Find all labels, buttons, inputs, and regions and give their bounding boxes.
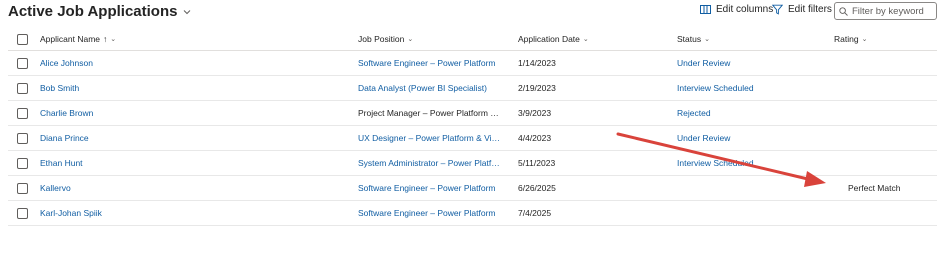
filter-icon — [772, 4, 783, 15]
status-link[interactable]: Rejected — [677, 108, 711, 118]
grid-header-row: Applicant Name ↑ ⌄ Job Position ⌄ Applic… — [8, 28, 937, 51]
row-select-checkbox[interactable] — [17, 207, 28, 219]
chevron-down-icon: ⌄ — [407, 36, 414, 43]
table-row[interactable]: Bob Smith Data Analyst (Power BI Special… — [8, 76, 937, 101]
column-label-rating: Rating — [834, 34, 859, 44]
applications-grid: Applicant Name ↑ ⌄ Job Position ⌄ Applic… — [8, 28, 937, 226]
applicant-name-link[interactable]: Karl-Johan Spiik — [40, 208, 102, 218]
chevron-down-icon — [184, 9, 191, 14]
application-date: 3/9/2023 — [518, 108, 552, 118]
filter-keyword-input[interactable] — [852, 5, 932, 17]
sort-ascending-icon: ↑ — [103, 34, 108, 44]
column-header-applicant-name[interactable]: Applicant Name ↑ ⌄ — [40, 28, 340, 50]
job-position-value: Project Manager – Power Platform Sol... — [358, 108, 501, 118]
application-date: 1/14/2023 — [518, 58, 556, 68]
column-header-job-position[interactable]: Job Position ⌄ — [358, 28, 501, 50]
application-date: 2/19/2023 — [518, 83, 556, 93]
column-label-application-date: Application Date — [518, 34, 580, 44]
edit-columns-label: Edit columns — [716, 4, 774, 15]
job-position-link[interactable]: Data Analyst (Power BI Specialist) — [358, 83, 487, 93]
applicant-name-link[interactable]: Charlie Brown — [40, 108, 93, 118]
row-select-checkbox[interactable] — [17, 82, 28, 94]
table-row[interactable]: Diana Prince UX Designer – Power Platfor… — [8, 126, 937, 151]
view-header: Active Job Applications Edit columns Edi… — [0, 0, 945, 26]
application-date: 7/4/2025 — [518, 208, 552, 218]
search-icon — [839, 6, 848, 16]
chevron-down-icon: ⌄ — [110, 36, 117, 43]
row-select-checkbox[interactable] — [17, 132, 28, 144]
applicant-name-link[interactable]: Ethan Hunt — [40, 158, 83, 168]
view-selector[interactable]: Active Job Applications — [8, 3, 192, 20]
column-label-job-position: Job Position — [358, 34, 405, 44]
row-select-checkbox[interactable] — [17, 57, 28, 69]
chevron-down-icon: ⌄ — [704, 36, 710, 43]
table-row[interactable]: Ethan Hunt System Administrator – Power … — [8, 151, 937, 176]
job-position-link[interactable]: Software Engineer – Power Platform — [358, 208, 495, 218]
view-title: Active Job Applications — [8, 3, 178, 20]
select-all-cell — [17, 28, 31, 50]
chevron-down-icon: ⌄ — [582, 36, 589, 43]
status-link[interactable]: Under Review — [677, 58, 730, 68]
filter-search-box[interactable] — [834, 2, 937, 20]
job-position-link[interactable]: UX Designer – Power Platform & Visua... — [358, 133, 501, 143]
table-row[interactable]: Karl-Johan Spiik Software Engineer – Pow… — [8, 201, 937, 226]
status-link[interactable]: Interview Scheduled — [677, 83, 754, 93]
row-select-checkbox[interactable] — [17, 157, 28, 169]
applicant-name-link[interactable]: Kallervo — [40, 183, 71, 193]
status-link[interactable]: Interview Scheduled — [677, 158, 754, 168]
column-label-applicant-name: Applicant Name — [40, 34, 101, 44]
job-position-link[interactable]: Software Engineer – Power Platform — [358, 183, 495, 193]
status-link[interactable]: Under Review — [677, 133, 730, 143]
chevron-down-icon: ⌄ — [861, 36, 868, 43]
table-row[interactable]: Charlie Brown Project Manager – Power Pl… — [8, 101, 937, 126]
job-position-link[interactable]: System Administrator – Power Platfor... — [358, 158, 501, 168]
rating-value: Perfect Match — [848, 183, 901, 193]
select-all-checkbox[interactable] — [17, 33, 28, 45]
edit-columns-button[interactable]: Edit columns — [700, 4, 773, 15]
column-header-application-date[interactable]: Application Date ⌄ — [518, 28, 658, 50]
application-date: 4/4/2023 — [518, 133, 552, 143]
column-label-status: Status — [677, 34, 702, 44]
applicant-name-link[interactable]: Diana Prince — [40, 133, 89, 143]
application-date: 6/26/2025 — [518, 183, 556, 193]
edit-filters-label: Edit filters — [788, 4, 832, 15]
table-row[interactable]: Kallervo Software Engineer – Power Platf… — [8, 176, 937, 201]
row-select-checkbox[interactable] — [17, 182, 28, 194]
edit-columns-icon — [700, 5, 711, 14]
table-row[interactable]: Alice Johnson Software Engineer – Power … — [8, 51, 937, 76]
applicant-name-link[interactable]: Alice Johnson — [40, 58, 93, 68]
column-header-rating[interactable]: Rating ⌄ — [834, 28, 937, 50]
edit-filters-button[interactable]: Edit filters — [772, 4, 832, 15]
row-select-checkbox[interactable] — [17, 107, 28, 119]
application-date: 5/11/2023 — [518, 158, 556, 168]
job-position-link[interactable]: Software Engineer – Power Platform — [358, 58, 495, 68]
column-header-status[interactable]: Status ⌄ — [677, 28, 817, 50]
applicant-name-link[interactable]: Bob Smith — [40, 83, 79, 93]
